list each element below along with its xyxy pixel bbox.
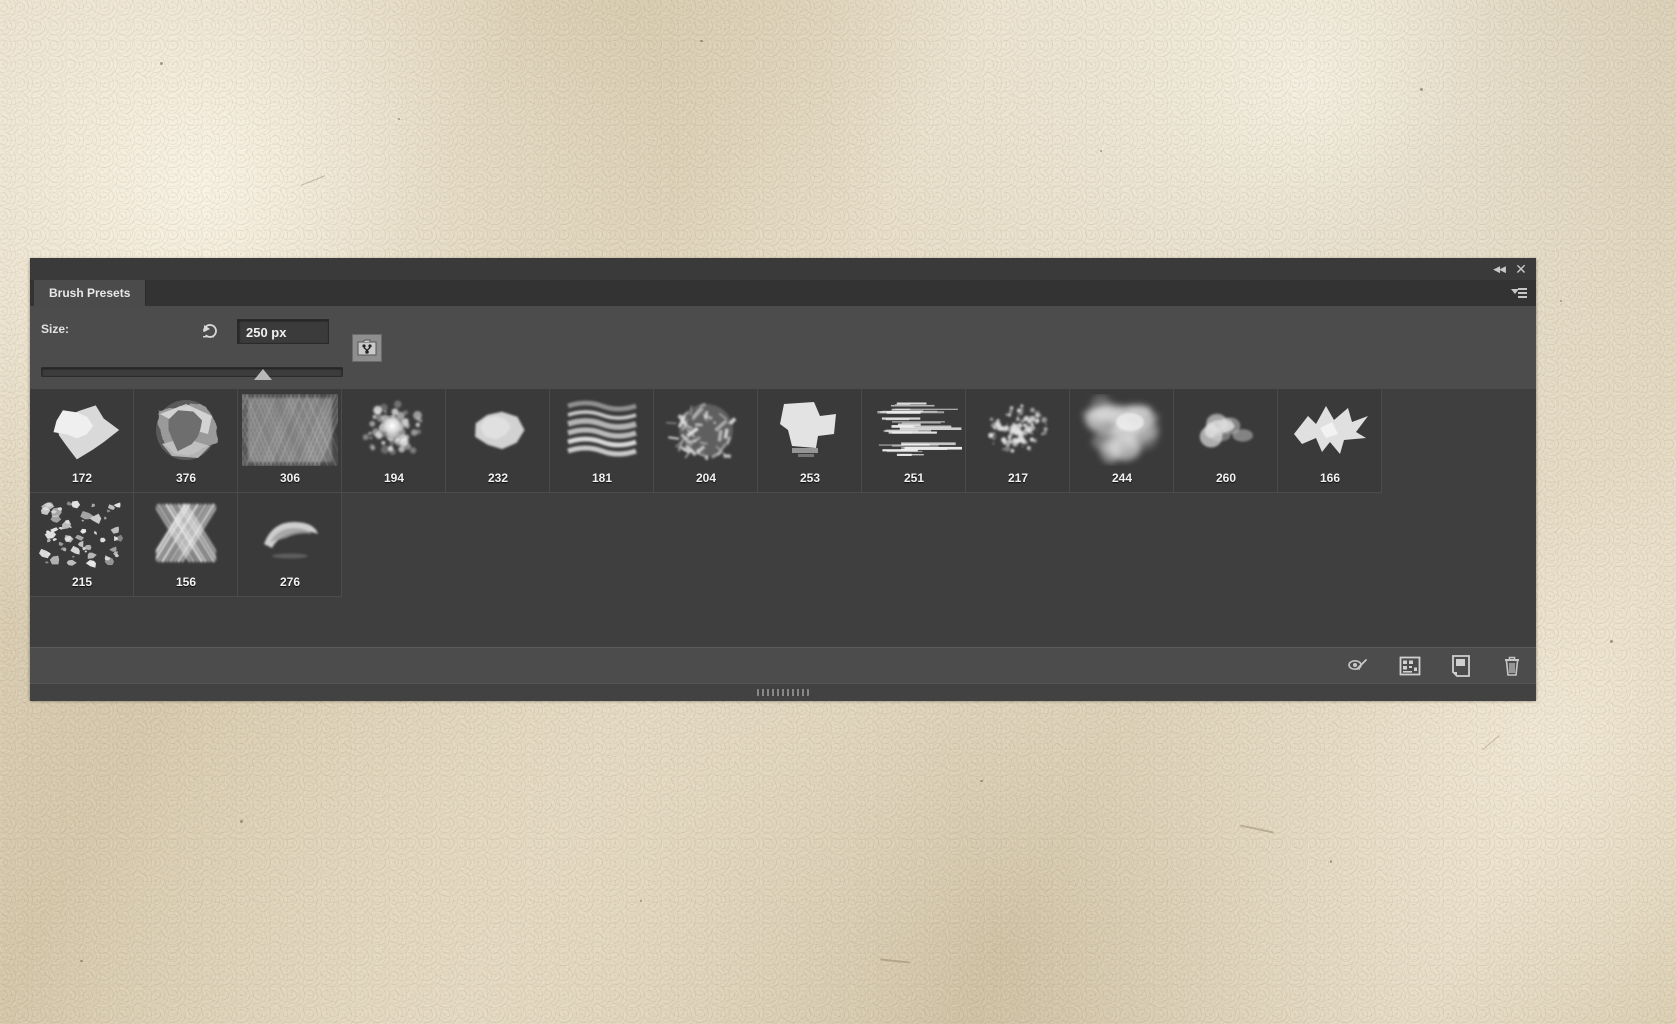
brush-preset-cell[interactable]: 306 (238, 389, 342, 493)
brush-tip-settings-icon[interactable] (352, 334, 382, 362)
brush-preset-cell[interactable]: 204 (654, 389, 758, 493)
brush-size-label: 276 (279, 575, 301, 589)
brush-size-label: 253 (799, 471, 821, 485)
brush-preset-cell[interactable]: 376 (134, 389, 238, 493)
brush-preset-cell[interactable]: 276 (238, 493, 342, 597)
collapse-panel-icon[interactable]: ◀◀ (1488, 258, 1510, 280)
brush-preset-cell[interactable]: 260 (1174, 389, 1278, 493)
panel-title-bar: ◀◀ ✕ (30, 258, 1536, 281)
brush-eye-icon[interactable] (1347, 654, 1371, 678)
size-input[interactable]: 250 px (237, 319, 329, 344)
brush-thumbnail-soft-glow-icon (342, 391, 446, 469)
brush-preset-cell[interactable]: 166 (1278, 389, 1382, 493)
panel-resize-strip[interactable] (30, 683, 1536, 701)
brush-size-label: 166 (1319, 471, 1341, 485)
brush-thumbnail-curved-smear-icon (238, 495, 342, 573)
brush-thumbnail-scratchy-icon (654, 391, 758, 469)
tab-brush-presets[interactable]: Brush Presets (34, 280, 147, 306)
size-label: Size: (41, 322, 70, 336)
panel-footer (30, 647, 1536, 684)
trash-icon[interactable] (1500, 654, 1524, 678)
brush-thumbnail-jagged-flake-icon (1278, 391, 1382, 469)
resize-grip[interactable] (757, 689, 809, 696)
brush-thumbnail-smoke-icon (1070, 391, 1174, 469)
size-controls-area: Size: 250 px (30, 306, 1536, 390)
new-page-icon[interactable] (1449, 654, 1473, 678)
brush-preset-cell[interactable]: 215 (30, 493, 134, 597)
reset-arrow-icon[interactable] (198, 318, 222, 342)
brush-size-label: 244 (1111, 471, 1133, 485)
brush-size-label: 251 (903, 471, 925, 485)
brush-grid-inner: 172 376 306 194 232 181 204 253 251 217 … (30, 389, 1390, 597)
brush-size-label: 306 (279, 471, 301, 485)
brush-thumbnail-spatter-cloud-icon (966, 391, 1070, 469)
brush-preset-cell[interactable]: 217 (966, 389, 1070, 493)
brush-thumbnail-chunk-icon (30, 391, 134, 469)
brush-thumbnail-crumple-icon (134, 391, 238, 469)
brush-size-label: 194 (383, 471, 405, 485)
brush-preset-cell[interactable]: 181 (550, 389, 654, 493)
brush-size-label: 260 (1215, 471, 1237, 485)
slider-thumb[interactable] (254, 369, 272, 380)
brush-presets-panel: ◀◀ ✕ Brush Presets Size: 250 px 172 376 … (30, 258, 1536, 701)
brush-size-label: 172 (71, 471, 93, 485)
brush-thumbnail-small-cloud-icon (1174, 391, 1278, 469)
size-slider[interactable] (41, 362, 343, 380)
brush-preset-cell[interactable]: 251 (862, 389, 966, 493)
brush-preset-cell[interactable]: 253 (758, 389, 862, 493)
brush-size-label: 204 (695, 471, 717, 485)
brush-preset-cell[interactable]: 194 (342, 389, 446, 493)
brush-preset-grid[interactable]: 172 376 306 194 232 181 204 253 251 217 … (30, 389, 1536, 647)
brush-preset-cell[interactable]: 232 (446, 389, 550, 493)
brush-size-label: 217 (1007, 471, 1029, 485)
panel-menu-icon[interactable] (1508, 284, 1530, 302)
brush-preset-cell[interactable]: 172 (30, 389, 134, 493)
brush-size-label: 181 (591, 471, 613, 485)
slider-track[interactable] (41, 367, 343, 377)
brush-size-label: 232 (487, 471, 509, 485)
brush-thumbnail-speckle-icon (30, 495, 134, 573)
brush-preset-cell[interactable]: 156 (134, 493, 238, 597)
brush-preset-cell[interactable]: 244 (1070, 389, 1174, 493)
footer-tool-group (1347, 648, 1524, 684)
brush-thumbnail-crosshatch-icon (134, 495, 238, 573)
brush-thumbnail-streaks-icon (862, 391, 966, 469)
brush-size-label: 215 (71, 575, 93, 589)
preset-manager-grid-icon[interactable] (1398, 654, 1422, 678)
brush-thumbnail-block-splat-icon (758, 391, 862, 469)
panel-tab-strip: Brush Presets (30, 280, 1536, 307)
brush-size-label: 156 (175, 575, 197, 589)
brush-size-label: 376 (175, 471, 197, 485)
brush-thumbnail-hatch-grunge-icon (238, 391, 342, 469)
close-icon[interactable]: ✕ (1510, 258, 1532, 280)
brush-thumbnail-ripple-icon (550, 391, 654, 469)
tab-label: Brush Presets (49, 286, 131, 300)
brush-thumbnail-blob-icon (446, 391, 550, 469)
